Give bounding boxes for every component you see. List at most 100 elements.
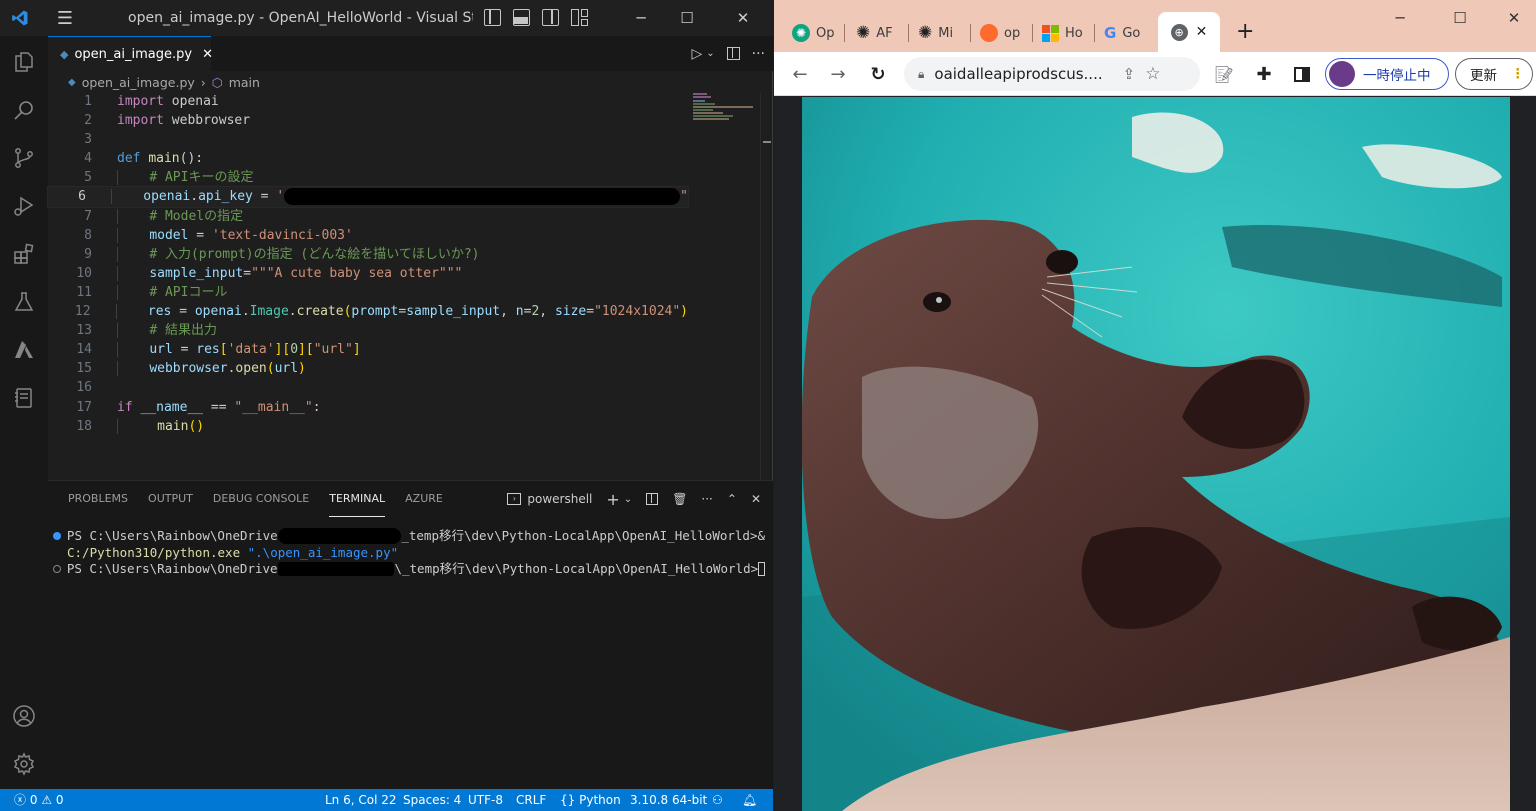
more-panel-actions-icon[interactable]: ···: [701, 492, 712, 506]
new-tab-plus-icon[interactable]: +: [1236, 18, 1256, 44]
browser-tab[interactable]: Ho: [1042, 20, 1086, 46]
editor-scrollbar[interactable]: [760, 93, 772, 481]
update-button[interactable]: 更新 ⋮: [1455, 58, 1533, 90]
jupyter-notebook-icon[interactable]: [0, 374, 48, 422]
panel-tab-azure[interactable]: AZURE: [405, 481, 443, 517]
more-actions-icon[interactable]: ···: [752, 46, 765, 62]
panel-tab-terminal[interactable]: TERMINAL: [329, 481, 386, 517]
chrome-tab-strip: ✺ Op ✺ AF ✺ Mi op Ho G Go ⊕ ✕ + ─ ☐ ✕: [774, 0, 1536, 52]
kebab-menu-icon[interactable]: ⋮: [1511, 66, 1525, 82]
vscode-logo-icon[interactable]: [0, 0, 40, 36]
close-tab-icon[interactable]: ✕: [202, 47, 213, 62]
command-pending-dot-icon: [53, 565, 61, 574]
toggle-primary-sidebar-icon[interactable]: [484, 9, 501, 26]
forward-arrow-icon[interactable]: →: [826, 62, 850, 86]
chrome-maximize-button[interactable]: ☐: [1440, 6, 1480, 30]
maximize-panel-chevron-up-icon[interactable]: ⌃: [727, 492, 737, 506]
code-line: 8 model = 'text-davinci-003': [84, 227, 353, 243]
encoding[interactable]: UTF-8: [468, 789, 503, 811]
side-panel-icon[interactable]: [1290, 62, 1314, 86]
cube-function-icon: ⬡: [211, 74, 223, 90]
editor-tab-open-ai-image[interactable]: ◆ open_ai_image.py ✕: [48, 36, 213, 71]
close-panel-icon[interactable]: ✕: [751, 492, 761, 506]
browser-tab-active[interactable]: ⊕ ✕: [1158, 12, 1220, 52]
maximize-button[interactable]: ☐: [664, 0, 710, 36]
code-line: 5 # APIキーの設定: [84, 170, 254, 186]
notifications-bell-icon[interactable]: 🔔︎: [742, 789, 757, 811]
code-line: 2 import webbrowser: [84, 113, 251, 129]
terminal-shell-icon: ›: [507, 493, 522, 505]
minimap[interactable]: [693, 93, 758, 123]
run-python-file-icon[interactable]: ▷: [691, 46, 702, 62]
close-button[interactable]: ✕: [720, 0, 766, 36]
braces-icon: {}: [560, 793, 576, 807]
address-bar[interactable]: 🔒︎ oaidalleapiprodscus.... ⇪ ☆: [904, 57, 1200, 91]
chrome-window: ✺ Op ✺ AF ✺ Mi op Ho G Go ⊕ ✕ + ─ ☐ ✕ ← …: [774, 0, 1536, 811]
run-dropdown-chevron-icon[interactable]: ⌄: [706, 48, 714, 59]
indentation[interactable]: Spaces: 4: [403, 789, 461, 811]
microsoft-icon: [1042, 24, 1059, 42]
breadcrumb: ◆ open_ai_image.py › ⬡ main: [48, 71, 773, 93]
sync-paused-button[interactable]: 一時停止中: [1325, 58, 1449, 90]
toggle-secondary-sidebar-icon[interactable]: [542, 9, 559, 26]
search-icon[interactable]: [0, 86, 48, 134]
code-editor[interactable]: 1 import openai 2 import webbrowser 3 4 def…: [47, 92, 689, 480]
settings-gear-icon[interactable]: [0, 740, 48, 788]
problems-status[interactable]: ⓧ 0 ⚠ 0: [14, 789, 64, 811]
toggle-panel-icon[interactable]: [513, 9, 530, 26]
back-arrow-icon[interactable]: ←: [788, 62, 812, 86]
testing-flask-icon[interactable]: [0, 278, 48, 326]
chrome-minimize-button[interactable]: ─: [1380, 6, 1420, 30]
minimize-button[interactable]: ─: [618, 0, 664, 36]
code-line: 17 if __name__ == "__main__":: [76, 399, 321, 415]
breadcrumb-symbol[interactable]: main: [229, 75, 260, 90]
hamburger-menu-icon[interactable]: ☰: [40, 0, 90, 36]
close-tab-icon[interactable]: ✕: [1196, 24, 1208, 40]
reading-list-icon[interactable]: 📝︎: [1212, 62, 1236, 86]
avatar: [1329, 61, 1355, 87]
terminal-output[interactable]: PS C:\Users\Rainbow\OneDrive _temp移行\dev\…: [53, 528, 765, 578]
accounts-icon[interactable]: [0, 692, 48, 740]
browser-tab[interactable]: ✺ AF: [856, 20, 900, 46]
panel-tab-problems[interactable]: PROBLEMS: [68, 481, 128, 517]
customize-layout-icon[interactable]: [571, 9, 588, 26]
reload-icon[interactable]: ↻: [866, 62, 890, 86]
terminal-shell-label[interactable]: powershell: [527, 492, 592, 506]
code-line: 10 sample_input="""A cute baby sea otter…: [76, 265, 463, 281]
openai-icon: ✺: [792, 24, 810, 42]
browser-tab[interactable]: G Go: [1104, 20, 1148, 46]
cursor-position[interactable]: Ln 6, Col 22: [325, 789, 397, 811]
kill-terminal-trash-icon[interactable]: 🗑: [672, 492, 687, 506]
code-line: 4 def main():: [84, 151, 204, 167]
share-icon[interactable]: ⇪: [1123, 65, 1136, 83]
panel-tab-debug-console[interactable]: DEBUG CONSOLE: [213, 481, 309, 517]
bookmark-star-icon[interactable]: ☆: [1145, 64, 1160, 84]
split-terminal-icon[interactable]: [646, 493, 659, 505]
azure-icon[interactable]: [0, 326, 48, 374]
window-title: open_ai_image.py - OpenAI_HelloWorld - V…: [128, 10, 473, 26]
vscode-titlebar: ☰ open_ai_image.py - OpenAI_HelloWorld -…: [0, 0, 773, 36]
explorer-icon[interactable]: [0, 38, 48, 86]
panel-tab-output[interactable]: OUTPUT: [148, 481, 193, 517]
browser-tab[interactable]: op: [980, 20, 1024, 46]
browser-tab[interactable]: ✺ Op: [792, 20, 836, 46]
split-editor-icon[interactable]: [726, 47, 740, 60]
language-mode[interactable]: {} Python: [560, 789, 621, 811]
terminal-dropdown-chevron-icon[interactable]: ⌄: [624, 494, 632, 505]
new-terminal-plus-icon[interactable]: +: [606, 490, 619, 509]
python-file-icon: ◆: [60, 47, 69, 61]
feedback-icon[interactable]: ⚇: [712, 789, 723, 811]
python-interpreter[interactable]: 3.10.8 64-bit: [630, 789, 707, 811]
run-debug-icon[interactable]: [0, 182, 48, 230]
browser-tab[interactable]: ✺ Mi: [918, 20, 962, 46]
source-control-icon[interactable]: [0, 134, 48, 182]
terminal-line: C:/Python310/python.exe ".\open_ai_image…: [67, 544, 399, 560]
lock-icon: 🔒︎: [918, 66, 925, 81]
chrome-close-button[interactable]: ✕: [1494, 6, 1534, 30]
extensions-icon[interactable]: [0, 230, 48, 278]
code-line: 14 url = res['data'][0]["url"]: [76, 342, 361, 358]
extensions-puzzle-icon[interactable]: ✚: [1252, 62, 1276, 86]
line-ending[interactable]: CRLF: [516, 789, 546, 811]
code-line: 11 # APIコール: [76, 284, 228, 300]
breadcrumb-file[interactable]: open_ai_image.py: [82, 75, 195, 90]
